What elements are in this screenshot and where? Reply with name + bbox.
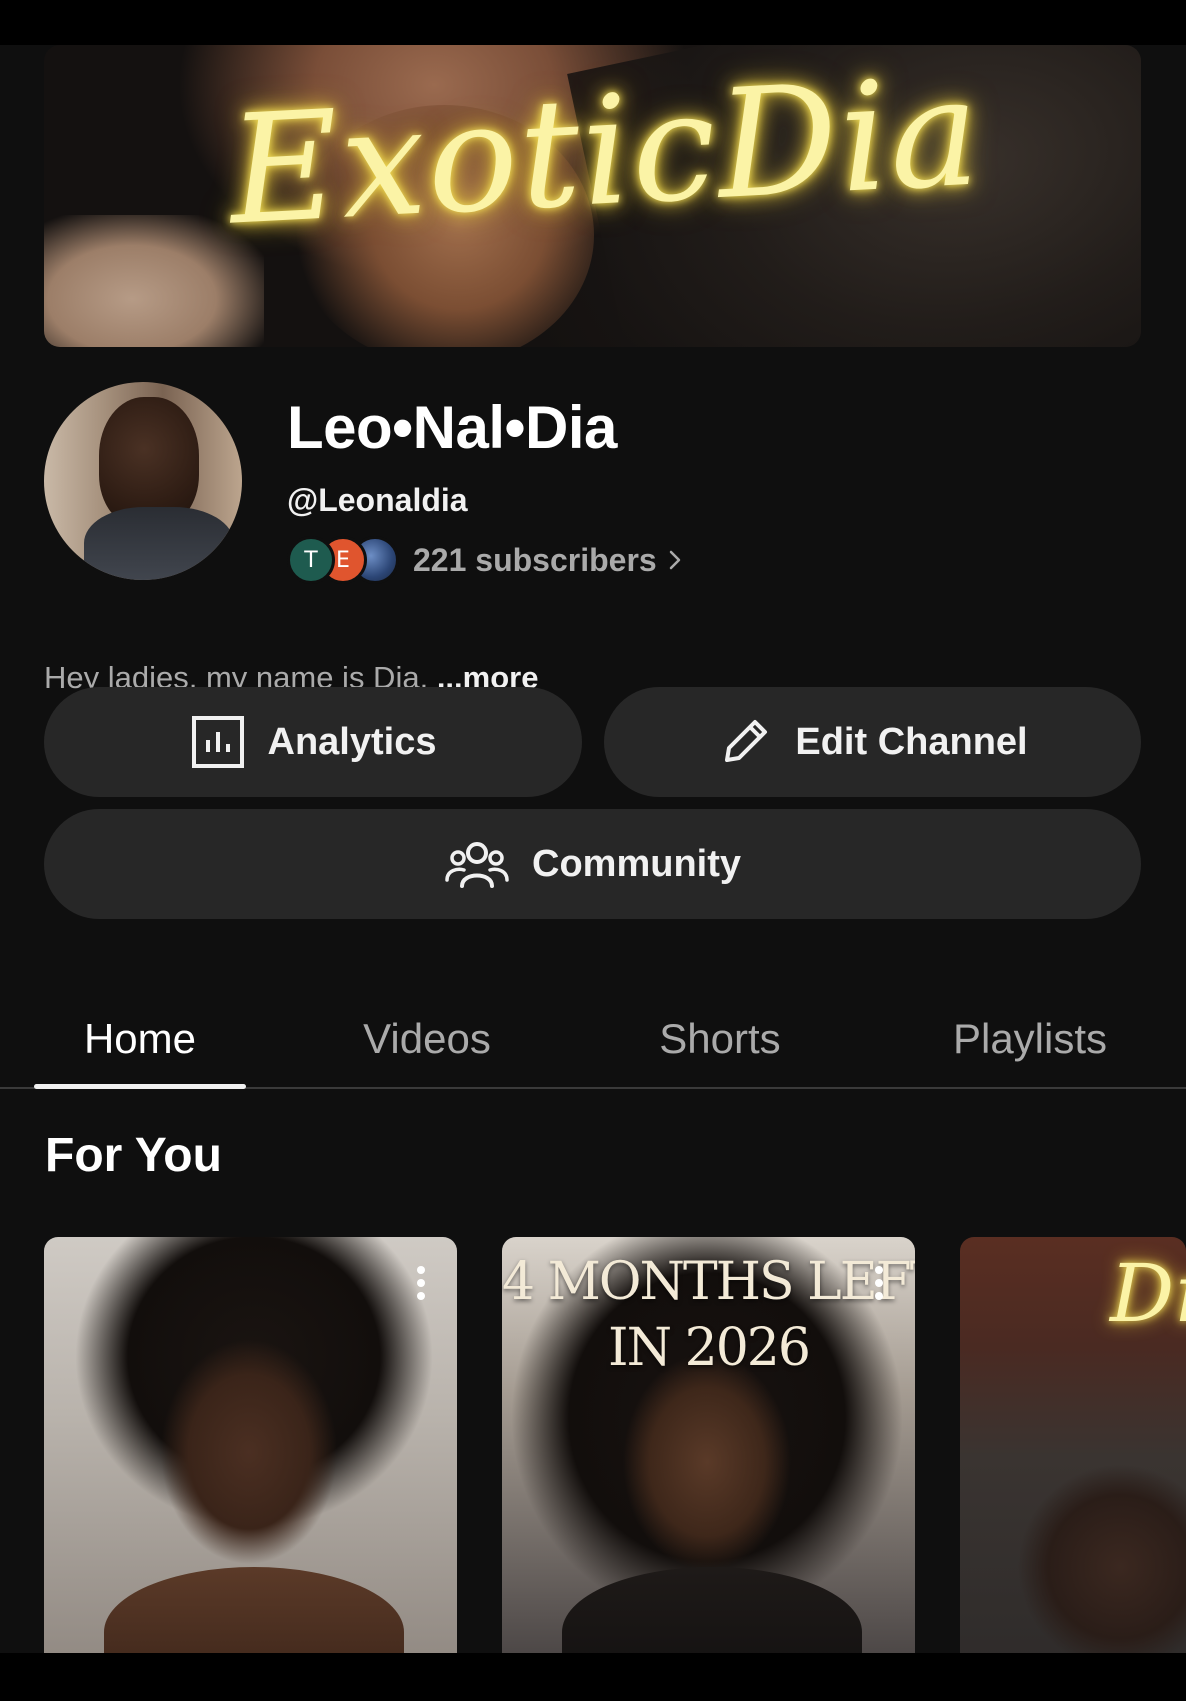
tab-videos[interactable]: Videos (318, 990, 536, 1087)
channel-avatar[interactable] (44, 382, 242, 580)
channel-page: ExoticDia Leo•Nal•Dia @Leonaldia T E 221… (0, 45, 1186, 1653)
community-label: Community (532, 842, 741, 885)
pencil-icon (725, 720, 768, 762)
short-thumbnail[interactable] (44, 1237, 457, 1653)
subscriber-avatar: T (287, 536, 335, 584)
more-options-icon[interactable] (874, 1265, 884, 1301)
channel-name: Leo•Nal•Dia (287, 394, 617, 461)
analytics-icon (191, 716, 244, 768)
short-thumbnail[interactable]: 4 MONTHS LEFT IN 2026 (502, 1237, 915, 1653)
tab-shorts[interactable]: Shorts (612, 990, 828, 1087)
active-tab-indicator (34, 1084, 246, 1089)
analytics-button[interactable]: Analytics (44, 687, 582, 797)
overlay-line: IN 2026 (608, 1318, 811, 1378)
short-thumbnail[interactable]: Dn (960, 1237, 1186, 1653)
edit-channel-button[interactable]: Edit Channel (604, 687, 1141, 797)
analytics-label: Analytics (267, 720, 437, 763)
neon-decoration: Dn (1110, 1247, 1186, 1340)
section-title: For You (45, 1129, 222, 1182)
channel-handle: @Leonaldia (287, 482, 468, 518)
chevron-right-icon (669, 550, 680, 570)
overlay-line: 4 MONTHS LEFT (502, 1252, 915, 1312)
subscribers-row[interactable]: T E 221 subscribers (287, 536, 683, 584)
more-options-icon[interactable] (416, 1265, 426, 1301)
tab-playlists[interactable]: Playlists (920, 990, 1140, 1087)
edit-channel-label: Edit Channel (795, 720, 1028, 763)
channel-banner: ExoticDia (44, 45, 1141, 347)
subscriber-count: 221 subscribers (413, 541, 657, 578)
thumbnail-overlay-text: 4 MONTHS LEFT IN 2026 (502, 1249, 915, 1381)
tab-home[interactable]: Home (34, 990, 246, 1087)
community-button[interactable]: Community (44, 809, 1141, 919)
community-icon (445, 842, 509, 888)
subscriber-avatars: T E (287, 536, 399, 584)
channel-tabs: Home Videos Shorts Playlists (0, 990, 1186, 1089)
